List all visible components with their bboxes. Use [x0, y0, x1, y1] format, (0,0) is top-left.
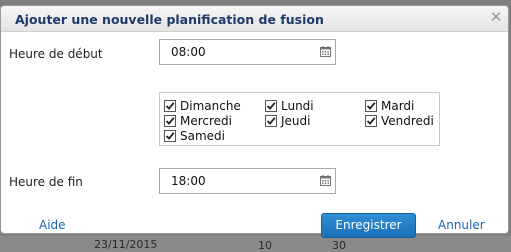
- weekday-selector: Dimanche Lundi Mardi Mercredi Jeudi Vend…: [159, 92, 440, 146]
- start-time-label: Heure de début: [9, 47, 103, 61]
- day-label: Mercredi: [180, 114, 233, 128]
- calendar-icon[interactable]: [320, 175, 331, 186]
- dialog-titlebar: Ajouter une nouvelle planification de fu…: [1, 6, 508, 32]
- background-date-text: 23/11/2015: [94, 238, 158, 251]
- end-time-input[interactable]: [160, 169, 310, 193]
- start-time-field[interactable]: [159, 39, 336, 65]
- checkbox-mardi[interactable]: [365, 100, 377, 112]
- checkbox-jeudi[interactable]: [265, 115, 277, 127]
- calendar-icon[interactable]: [320, 46, 331, 57]
- day-label: Samedi: [180, 129, 225, 143]
- cancel-link[interactable]: Annuler: [438, 218, 485, 232]
- day-label: Mardi: [381, 99, 415, 113]
- start-time-input[interactable]: [160, 40, 310, 64]
- checkbox-vendredi[interactable]: [365, 115, 377, 127]
- checkbox-dimanche[interactable]: [164, 100, 176, 112]
- merge-schedule-dialog: Ajouter une nouvelle planification de fu…: [0, 5, 509, 238]
- save-button[interactable]: Enregistrer: [321, 213, 416, 238]
- day-label: Lundi: [281, 99, 314, 113]
- dialog-title: Ajouter une nouvelle planification de fu…: [15, 12, 324, 27]
- day-label: Dimanche: [180, 99, 241, 113]
- checkbox-mercredi[interactable]: [164, 115, 176, 127]
- end-time-field[interactable]: [159, 168, 336, 194]
- day-label: Jeudi: [281, 114, 311, 128]
- day-label: Vendredi: [381, 114, 434, 128]
- checkbox-samedi[interactable]: [164, 130, 176, 142]
- help-link[interactable]: Aide: [39, 218, 66, 232]
- background-row: [0, 236, 511, 246]
- close-icon[interactable]: ✕: [489, 10, 503, 25]
- end-time-label: Heure de fin: [9, 175, 83, 189]
- checkbox-lundi[interactable]: [265, 100, 277, 112]
